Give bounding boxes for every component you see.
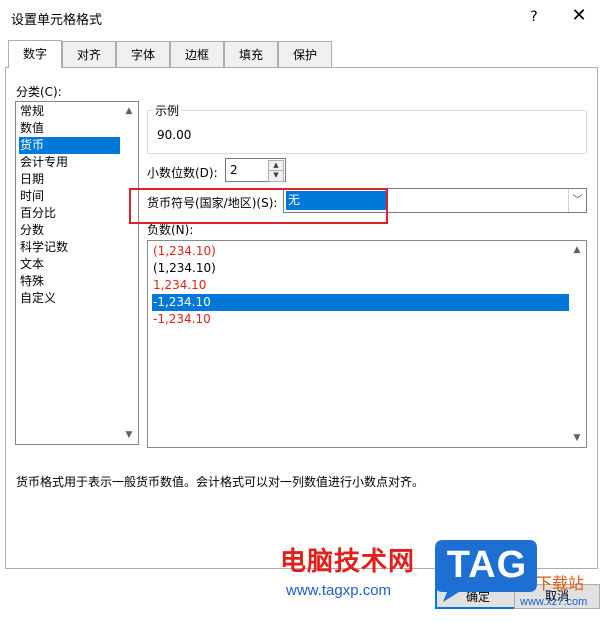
tab-number[interactable]: 数字: [8, 40, 62, 68]
negative-format-item-selected[interactable]: -1,234.10: [152, 294, 569, 311]
scroll-down-icon[interactable]: ▼: [121, 427, 137, 443]
watermark-subtext: 下载站: [536, 574, 585, 593]
watermark-logo: TAG: [429, 538, 539, 604]
category-item[interactable]: 文本: [19, 256, 120, 273]
decimal-places-value[interactable]: 2: [230, 163, 238, 177]
help-button[interactable]: ?: [522, 6, 546, 28]
spin-down-icon[interactable]: ▼: [268, 170, 284, 182]
category-list[interactable]: 常规 数值 货币 会计专用 日期 时间 百分比 分数 科学记数 文本 特殊 自定…: [15, 101, 139, 445]
tab-protection[interactable]: 保护: [278, 41, 332, 67]
annotation-highlight-box: [129, 188, 388, 224]
category-label: 分类(C):: [16, 85, 62, 99]
decimal-places-stepper[interactable]: 2 ▲ ▼: [225, 158, 286, 182]
tab-alignment[interactable]: 对齐: [62, 41, 116, 67]
category-item[interactable]: 日期: [19, 171, 120, 188]
negative-format-item[interactable]: -1,234.10: [152, 311, 569, 328]
category-item-selected[interactable]: 货币: [19, 137, 120, 154]
category-item[interactable]: 会计专用: [19, 154, 120, 171]
sample-value: 90.00: [157, 128, 192, 142]
negative-numbers-label: 负数(N):: [147, 223, 194, 237]
decimal-places-label: 小数位数(D):: [147, 166, 218, 180]
negative-format-item[interactable]: 1,234.10: [152, 277, 569, 294]
watermark-text: 电脑技术网: [280, 547, 416, 577]
scroll-up-icon[interactable]: ▲: [569, 242, 585, 258]
negative-numbers-list[interactable]: (1,234.10) (1,234.10) 1,234.10 -1,234.10…: [147, 240, 587, 448]
sample-group: [147, 110, 587, 154]
tab-font[interactable]: 字体: [116, 41, 170, 67]
sample-legend: 示例: [153, 102, 182, 119]
category-item[interactable]: 特殊: [19, 273, 120, 290]
category-item[interactable]: 时间: [19, 188, 120, 205]
chevron-down-icon[interactable]: ﹀: [568, 189, 586, 212]
category-item[interactable]: 百分比: [19, 205, 120, 222]
dialog-title: 设置单元格格式: [11, 13, 103, 28]
watermark-logo-text: TAG: [446, 544, 528, 586]
close-button[interactable]: ✕: [565, 4, 593, 28]
tab-fill[interactable]: 填充: [224, 41, 278, 67]
negative-format-item[interactable]: (1,234.10): [152, 243, 569, 260]
scroll-down-icon[interactable]: ▼: [569, 430, 585, 446]
category-item[interactable]: 常规: [19, 103, 120, 120]
negative-format-item[interactable]: (1,234.10): [152, 260, 569, 277]
watermark-site: www.xz7.com: [520, 596, 588, 608]
category-item[interactable]: 分数: [19, 222, 120, 239]
category-item[interactable]: 科学记数: [19, 239, 120, 256]
format-description: 货币格式用于表示一般货币数值。会计格式可以对一列数值进行小数点对齐。: [16, 475, 425, 489]
scroll-up-icon[interactable]: ▲: [121, 103, 137, 119]
category-item[interactable]: 数值: [19, 120, 120, 137]
watermark-url: www.tagxp.com: [286, 582, 392, 599]
tab-border[interactable]: 边框: [170, 41, 224, 67]
category-item[interactable]: 自定义: [19, 290, 120, 307]
